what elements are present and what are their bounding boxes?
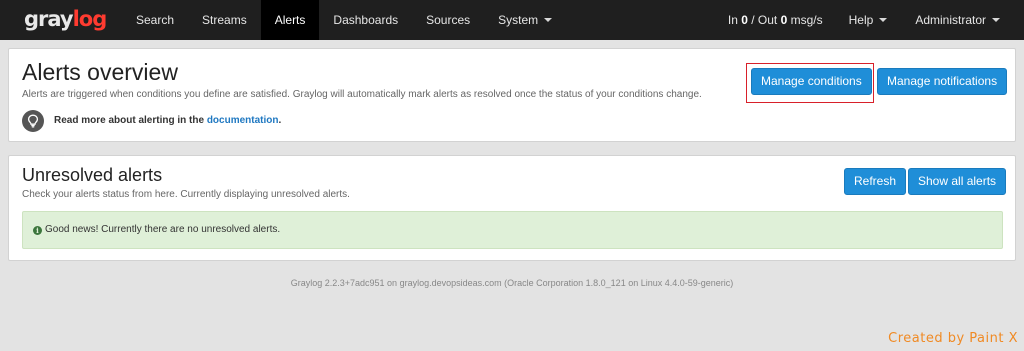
- section-title: Unresolved alerts: [22, 165, 163, 185]
- throughput-indicator: In 0 / Out 0 msg/s: [727, 13, 823, 27]
- caret-down-icon: [992, 18, 1000, 22]
- graylog-logo[interactable]: graylog: [24, 7, 107, 31]
- user-menu[interactable]: Administrator: [901, 0, 1014, 40]
- help-menu[interactable]: Help: [835, 0, 902, 40]
- section-description: Check your alerts status from here. Curr…: [22, 189, 350, 200]
- refresh-button[interactable]: Refresh: [844, 168, 907, 195]
- nav-item-alerts[interactable]: Alerts: [260, 0, 320, 40]
- info-circle-icon: i: [33, 226, 42, 235]
- help-menu-label: Help: [848, 13, 874, 27]
- manage-notifications-button[interactable]: Manage notifications: [877, 68, 1008, 95]
- nav-item-search[interactable]: Search: [122, 0, 188, 40]
- nav-item-streams[interactable]: Streams: [188, 0, 261, 40]
- nav-item-system[interactable]: System: [484, 0, 566, 40]
- throughput-in-value: 0: [741, 13, 748, 27]
- documentation-hint: Read more about alerting in the document…: [54, 115, 282, 126]
- footer-version-info: Graylog 2.2.3+7adc951 on graylog.devopsi…: [290, 278, 734, 288]
- nav-item-dashboards[interactable]: Dashboards: [319, 0, 412, 40]
- show-all-alerts-button[interactable]: Show all alerts: [908, 168, 1007, 195]
- manage-conditions-button[interactable]: Manage conditions: [751, 68, 872, 95]
- watermark-text: Created by Paint X: [888, 331, 1018, 346]
- nav-item-system-label: System: [498, 13, 539, 27]
- nav-right: In 0 / Out 0 msg/s Help Administrator: [716, 0, 1014, 40]
- documentation-link[interactable]: documentation: [207, 115, 279, 126]
- user-menu-label: Administrator: [915, 13, 986, 27]
- page-description: Alerts are triggered when conditions you…: [22, 89, 702, 100]
- caret-down-icon: [879, 18, 888, 22]
- page-title: Alerts overview: [22, 59, 178, 85]
- main-nav: Search Streams Alerts Dashboards Sources…: [122, 0, 566, 40]
- caret-down-icon: [544, 18, 553, 22]
- success-message: Good news! Currently there are no unreso…: [45, 224, 281, 235]
- alerts-overview-panel: Alerts overview Alerts are triggered whe…: [8, 48, 1016, 142]
- top-navbar: graylog Search Streams Alerts Dashboards…: [0, 0, 1024, 40]
- nav-item-sources[interactable]: Sources: [412, 0, 484, 40]
- success-alert: i Good news! Currently there are no unre…: [22, 211, 1003, 249]
- lightbulb-icon: [22, 110, 44, 132]
- unresolved-alerts-panel: Unresolved alerts Check your alerts stat…: [8, 155, 1016, 261]
